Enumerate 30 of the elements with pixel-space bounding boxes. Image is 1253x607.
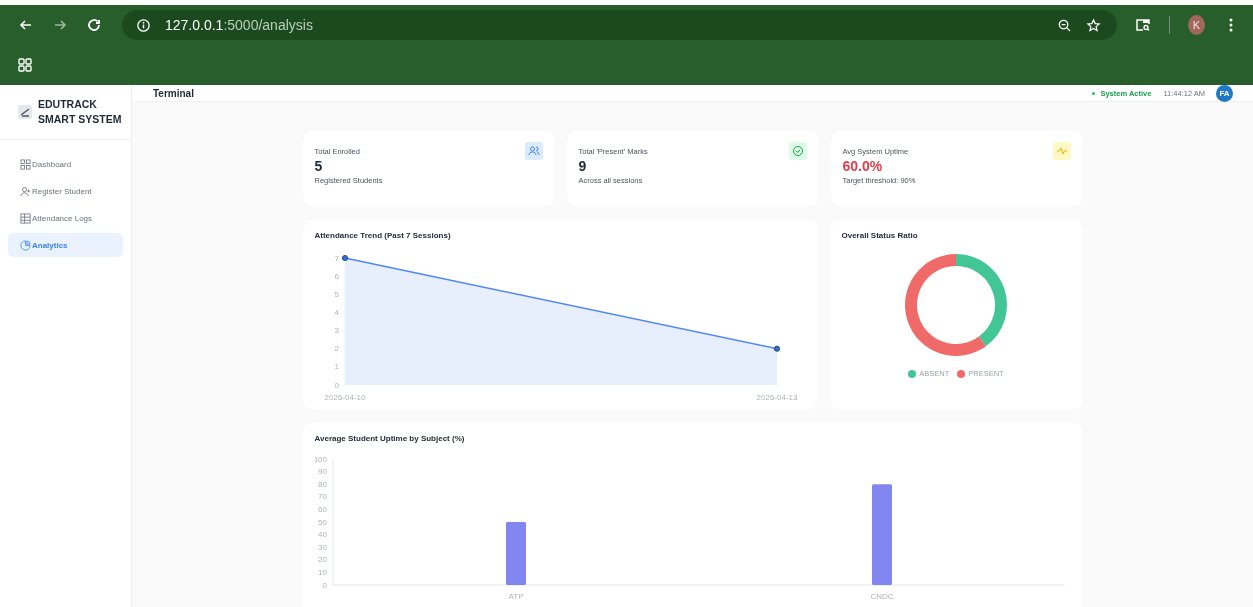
axis-tick-label: 7 [334,253,339,263]
axis-tick-label: 3 [334,326,339,336]
page-title: Terminal [153,87,194,99]
axis-tick-label: 1 [334,362,339,372]
axis-tick-label: 6 [334,271,339,281]
chart-title: Overall Status Ratio [841,231,919,240]
stat-value: 60.0% [842,157,884,175]
axis-tick-label: 100 [314,454,327,464]
axis-tick-label: 2026-04-10 [324,393,365,402]
axis-tick-label: 4 [334,307,339,317]
axis-tick-label: 10 [317,567,327,577]
axis-tick-label: 80 [317,479,327,489]
axis-tick-label: 50 [317,517,327,527]
chart-title: Average Student Uptime by Subject (%) [314,434,466,443]
chart-title: Attendance Trend (Past 7 Sessions) [314,231,452,240]
url-text: 127.0.0.1:5000/analysis [165,17,313,33]
axis-tick-label: 60 [317,504,327,514]
axis-tick-label: 40 [317,530,327,540]
stat-value: 5 [314,157,324,175]
axis-tick-label: 90 [317,467,327,477]
axis-tick-label: CNDC [869,592,894,601]
axis-tick-label: 20 [317,555,327,565]
axis-tick-label: 2026-04-13 [756,393,797,402]
stat-value: 9 [578,157,588,175]
axis-tick-label: 5 [334,289,339,299]
axis-tick-label: 70 [317,492,327,502]
axis-tick-label: 2 [334,344,339,354]
axis-tick-label: ATP [508,592,523,601]
axis-tick-label: 30 [317,542,327,552]
brand-name: EDUTRACK SMART SYSTEM [38,97,122,127]
